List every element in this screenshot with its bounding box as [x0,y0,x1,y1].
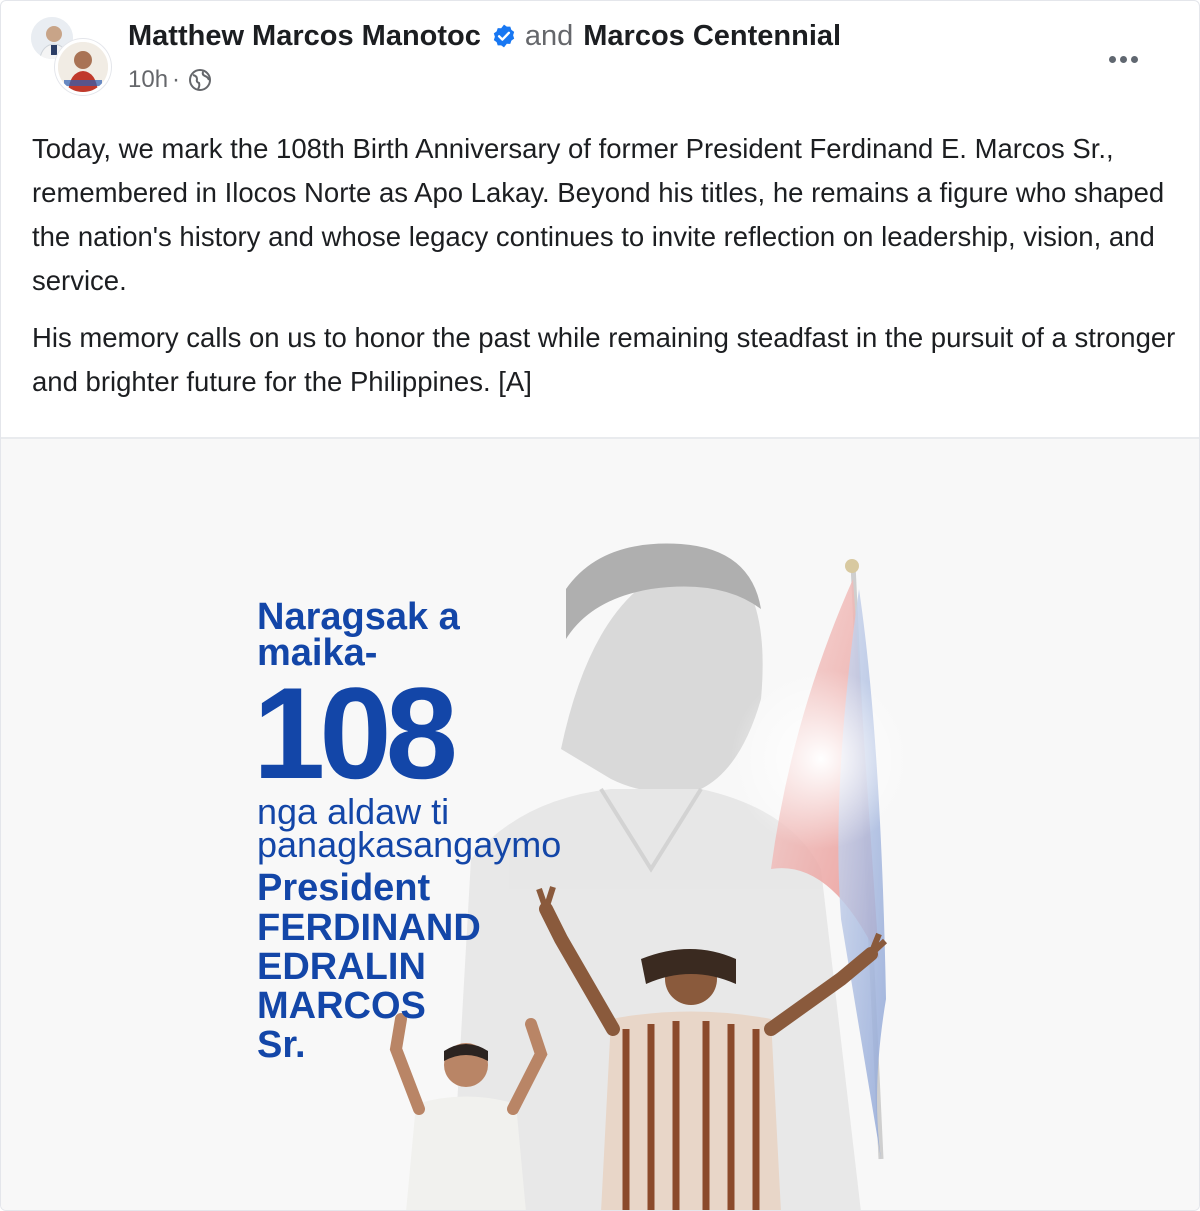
avatar-marcos-centennial[interactable] [55,39,111,95]
post-body-text: Today, we mark the 108th Birth Anniversa… [32,127,1177,404]
facebook-post-card: Matthew Marcos Manotoc and Marcos Centen… [0,0,1200,1211]
post-paragraph: Today, we mark the 108th Birth Anniversa… [32,133,1165,296]
poster-name-line: Sr. [257,1024,306,1066]
author-name-secondary[interactable]: Marcos Centennial [583,20,841,53]
verified-badge-icon [493,24,515,48]
author-conjunction: and [524,19,574,52]
post-paragraph: His memory calls on us to honor the past… [32,322,1176,397]
poster-greeting-line1: Naragsak a [257,596,460,638]
author-name-primary[interactable]: Matthew Marcos Manotoc [128,20,481,53]
poster-name-line: EDRALIN [257,946,426,988]
post-meta: 10h · [128,63,212,97]
post-image[interactable]: Naragsak a maika- 108 nga aldaw ti panag… [1,439,1199,1210]
author-line: Matthew Marcos Manotoc and Marcos Centen… [128,17,841,55]
author-avatars[interactable] [29,15,113,95]
poster-name-line: President [257,867,431,909]
poster-name-line: FERDINAND [257,907,481,949]
poster-anniversary-number: 108 [253,660,458,806]
poster-subtitle-line2: panagkasangaymo [257,824,562,865]
poster-artwork [1,439,1199,1210]
globe-icon[interactable] [188,68,212,92]
poster-name-line: MARCOS [257,985,426,1027]
more-options-icon[interactable] [1097,39,1149,79]
post-header: Matthew Marcos Manotoc and Marcos Centen… [1,1,1199,106]
post-timestamp[interactable]: 10h [128,66,168,94]
meta-separator: · [172,66,181,93]
